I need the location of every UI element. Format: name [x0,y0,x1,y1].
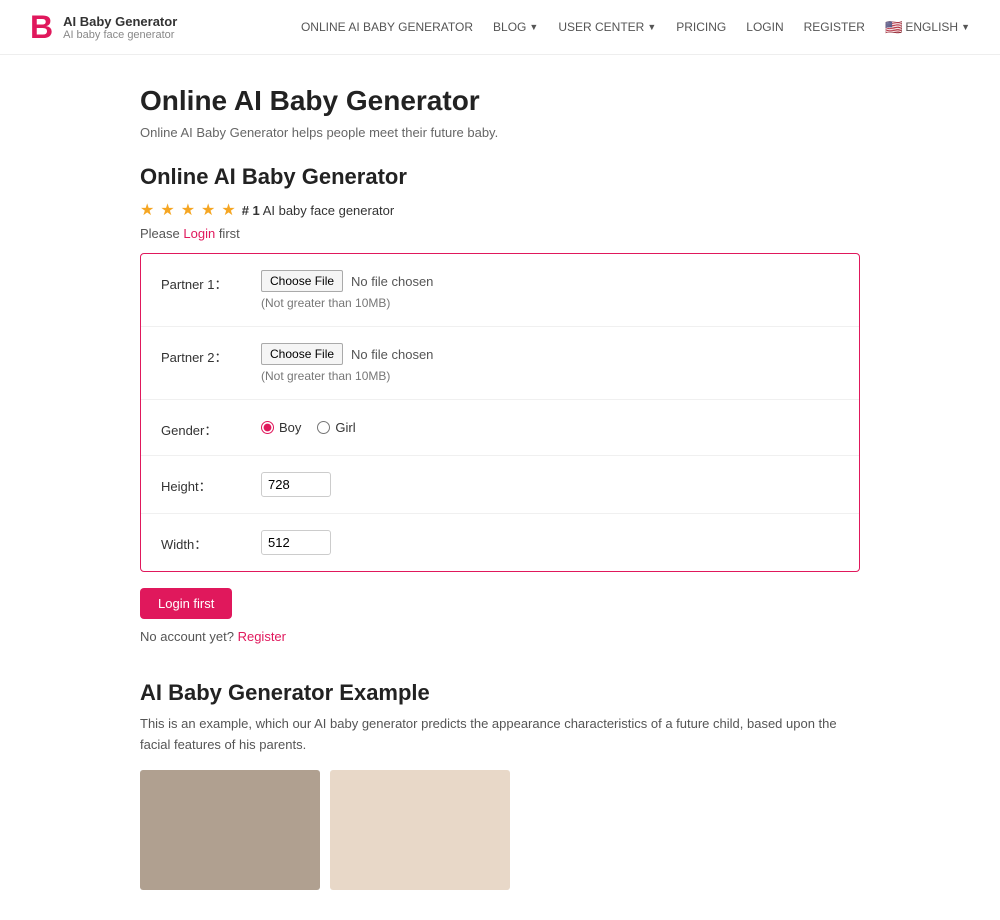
nav-blog[interactable]: BLOG ▼ [493,20,538,34]
partner2-file-row: Choose File No file chosen [261,343,839,365]
gender-boy-option[interactable]: Boy [261,420,301,435]
partner1-file-row: Choose File No file chosen [261,270,839,292]
gender-radio-group: Boy Girl [261,416,839,435]
gender-row: Gender： Boy Girl [141,400,859,456]
width-input[interactable] [261,530,331,555]
gender-girl-label: Girl [335,420,355,435]
star-3: ★ [181,200,195,220]
partner2-file-name: No file chosen [351,347,433,362]
example-section: AI Baby Generator Example This is an exa… [140,680,860,890]
no-account-text: No account yet? Register [140,629,860,644]
nav-home[interactable]: ONLINE AI BABY GENERATOR [301,20,473,34]
example-image-1 [140,770,320,890]
nav-language[interactable]: 🇺🇸 ENGLISH ▼ [885,19,970,36]
flag-icon: 🇺🇸 [885,19,902,36]
rating-row: ★ ★ ★ ★ ★ # 1 AI baby face generator [140,200,860,220]
partner2-choose-file-button[interactable]: Choose File [261,343,343,365]
star-2: ★ [160,200,174,220]
nav-user-center[interactable]: USER CENTER ▼ [558,20,656,34]
login-link[interactable]: Login [183,226,215,241]
user-center-dropdown-arrow: ▼ [647,22,656,32]
partner1-row: Partner 1： Choose File No file chosen (N… [141,254,859,327]
login-first-button[interactable]: Login first [140,588,232,619]
star-1: ★ [140,200,154,220]
height-row: Height： [141,456,859,514]
logo: B AI Baby Generator AI baby face generat… [30,11,177,43]
star-4: ★ [201,200,215,220]
partner2-label: Partner 2： [161,343,261,366]
gender-boy-radio[interactable] [261,421,274,434]
example-title: AI Baby Generator Example [140,680,860,706]
nav-register[interactable]: REGISTER [804,20,865,34]
height-control [261,472,839,497]
gender-control: Boy Girl [261,416,839,435]
section-title: Online AI Baby Generator [140,164,860,190]
width-row: Width： [141,514,859,571]
language-dropdown-arrow: ▼ [961,22,970,32]
example-description: This is an example, which our AI baby ge… [140,714,860,756]
partner2-control: Choose File No file chosen (Not greater … [261,343,839,383]
partner2-row: Partner 2： Choose File No file chosen (N… [141,327,859,400]
header: B AI Baby Generator AI baby face generat… [0,0,1000,55]
logo-title: AI Baby Generator [63,14,177,29]
logo-letter: B [30,11,53,43]
partner1-label: Partner 1： [161,270,261,293]
generator-form: Partner 1： Choose File No file chosen (N… [140,253,860,572]
width-control [261,530,839,555]
nav-login[interactable]: LOGIN [746,20,783,34]
gender-girl-option[interactable]: Girl [317,420,355,435]
example-image-2 [330,770,510,890]
partner1-choose-file-button[interactable]: Choose File [261,270,343,292]
partner2-hint: (Not greater than 10MB) [261,369,839,383]
gender-boy-label: Boy [279,420,301,435]
main-content: Online AI Baby Generator Online AI Baby … [120,55,880,920]
logo-subtitle: AI baby face generator [63,29,177,41]
nav-pricing[interactable]: PRICING [676,20,726,34]
logo-text: AI Baby Generator AI baby face generator [63,14,177,41]
register-link[interactable]: Register [238,629,286,644]
width-label: Width： [161,530,261,553]
partner1-control: Choose File No file chosen (Not greater … [261,270,839,310]
gender-label: Gender： [161,416,261,439]
login-notice: Please Login first [140,226,860,241]
height-label: Height： [161,472,261,495]
example-image-row [140,770,860,890]
page-title: Online AI Baby Generator [140,85,860,117]
nav: ONLINE AI BABY GENERATOR BLOG ▼ USER CEN… [301,19,970,36]
height-input[interactable] [261,472,331,497]
gender-girl-radio[interactable] [317,421,330,434]
page-description: Online AI Baby Generator helps people me… [140,125,860,140]
rating-text: # 1 AI baby face generator [242,203,395,218]
star-5: ★ [221,200,235,220]
partner1-hint: (Not greater than 10MB) [261,296,839,310]
partner1-file-name: No file chosen [351,274,433,289]
blog-dropdown-arrow: ▼ [529,22,538,32]
